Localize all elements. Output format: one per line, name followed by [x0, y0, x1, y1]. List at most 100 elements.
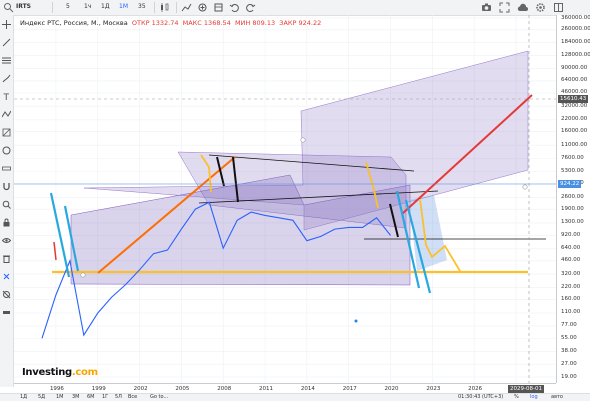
chart-canvas[interactable] [14, 15, 556, 383]
time-tick-label: 2020 [384, 386, 399, 392]
settings-icon[interactable] [534, 1, 547, 14]
price-tick-label: 90000.00 [561, 65, 588, 72]
symbol-input[interactable]: IRTS [16, 2, 31, 12]
trend-line-icon[interactable] [2, 38, 11, 47]
text-icon[interactable]: T [2, 92, 11, 101]
eye-icon[interactable] [2, 236, 11, 245]
templates-icon[interactable] [212, 1, 225, 14]
indicators-icon[interactable] [180, 1, 193, 14]
pattern-icon[interactable] [2, 110, 11, 119]
marker-dot [354, 319, 358, 323]
time-tick-label: 2002 [133, 386, 148, 392]
cloud-save-icon[interactable] [516, 1, 529, 14]
legend-open-value: 1332.74 [151, 19, 179, 27]
magnet-mode-icon[interactable] [2, 272, 11, 281]
chart-area[interactable] [14, 15, 556, 383]
price-tick-label: 11000.00 [561, 141, 588, 148]
interval-35[interactable]: 35 [138, 2, 146, 12]
legend-title: Индекс РТС, Россия, М., Москва [20, 19, 128, 27]
drawing-toolbar: T [0, 15, 14, 387]
crosshair-icon[interactable] [2, 20, 11, 29]
trash-icon[interactable] [2, 254, 11, 263]
separator [176, 2, 177, 13]
undo-icon[interactable] [228, 1, 241, 14]
legend-close-label: ЗАКР [279, 19, 297, 27]
legend-high-label: МАКС [182, 19, 202, 27]
magnet-icon[interactable] [2, 182, 11, 191]
legend-low-value: 809.13 [252, 19, 276, 27]
cyan-line-1[interactable] [49, 192, 71, 278]
remove-icon[interactable] [2, 308, 11, 317]
time-tick-label: 2026 [468, 386, 483, 392]
top-toolbar: IRTS 5 1ч 1Д 1М 35 [0, 0, 590, 16]
price-tick-label: 38.00 [561, 348, 577, 355]
price-tick-label: 640.00 [561, 245, 581, 252]
layout-icon[interactable] [552, 1, 565, 14]
price-tick-label: 2600.00 [561, 194, 584, 201]
logo-suffix: .com [71, 367, 98, 378]
interval-5[interactable]: 5 [66, 2, 70, 12]
legend-open-label: ОТКР [131, 19, 150, 27]
drawing-handle[interactable] [300, 137, 306, 143]
compare-icon[interactable] [196, 1, 209, 14]
zoom-icon[interactable] [2, 200, 11, 209]
price-tick-label: 220.00 [561, 284, 581, 291]
fib-icon[interactable] [2, 56, 11, 65]
drawing-handle[interactable] [80, 272, 86, 278]
price-tick-label: 16000.00 [561, 127, 588, 134]
shapes-icon[interactable] [2, 146, 11, 155]
price-tick-label: 110.00 [561, 309, 581, 316]
price-tick-label: 260000.00 [561, 26, 590, 33]
interval-1h[interactable]: 1ч [84, 2, 91, 12]
investing-logo: Investing.com [22, 367, 98, 378]
price-tick-label: 128000.00 [561, 52, 590, 59]
interval-1d[interactable]: 1Д [101, 2, 110, 12]
time-tick-label: 2008 [217, 386, 232, 392]
ruler-icon[interactable] [2, 164, 11, 173]
legend: Индекс РТС, Россия, М., Москва ОТКР 1332… [20, 18, 321, 28]
price-tick-label: 19.00 [561, 373, 577, 380]
price-tick-label: 1300.00 [561, 219, 584, 226]
last-price-badge: 924.22 [558, 180, 582, 188]
brush-icon[interactable] [2, 74, 11, 83]
time-tick-label: 2014 [300, 386, 315, 392]
separator [154, 2, 155, 13]
interval-1m[interactable]: 1М [119, 2, 128, 12]
price-tick-label: 360000.00 [561, 14, 590, 21]
legend-high-value: 1368.54 [203, 19, 231, 27]
redo-icon[interactable] [244, 1, 257, 14]
prediction-icon[interactable] [2, 128, 11, 137]
fullscreen-icon[interactable] [498, 1, 511, 14]
price-tick-label: 7600.00 [561, 155, 584, 162]
chart-style-icon[interactable] [158, 1, 171, 14]
svg-text:T: T [3, 93, 10, 101]
crosshair-price-badge: 15610.43 [558, 95, 589, 103]
separator [52, 2, 53, 13]
time-tick-label: 2011 [259, 386, 274, 392]
hide-drawings-icon[interactable] [2, 290, 11, 299]
search-icon[interactable] [2, 1, 15, 14]
lock-icon[interactable] [2, 218, 11, 227]
price-tick-label: 920.00 [561, 232, 581, 239]
price-tick-label: 184000.00 [561, 38, 590, 45]
camera-icon[interactable] [480, 1, 493, 14]
legend-close-value: 924.22 [298, 19, 322, 27]
price-tick-label: 460.00 [561, 257, 581, 264]
price-tick-label: 160.00 [561, 295, 581, 302]
price-tick-label: 64000.00 [561, 77, 588, 84]
time-tick-label: 1996 [49, 386, 64, 392]
time-tick-label: 2005 [175, 386, 190, 392]
price-tick-label: 1900.00 [561, 205, 584, 212]
price-tick-label: 55.00 [561, 334, 577, 341]
time-tick-label: 1999 [91, 386, 106, 392]
price-axis[interactable]: 360000.00 260000.00 184000.00 128000.00 9000… [556, 15, 590, 383]
crosshair-date-badge: 2029-08-01 [508, 385, 544, 393]
price-tick-label: 32000.00 [561, 102, 588, 109]
drawing-handle[interactable] [522, 184, 528, 190]
logo-text: Investing [22, 367, 72, 378]
price-tick-label: 22000.00 [561, 116, 588, 123]
time-tick-label: 2023 [426, 386, 441, 392]
legend-low-label: МИН [234, 19, 251, 27]
price-tick-label: 5300.00 [561, 168, 584, 175]
time-tick-label: 2017 [342, 386, 357, 392]
